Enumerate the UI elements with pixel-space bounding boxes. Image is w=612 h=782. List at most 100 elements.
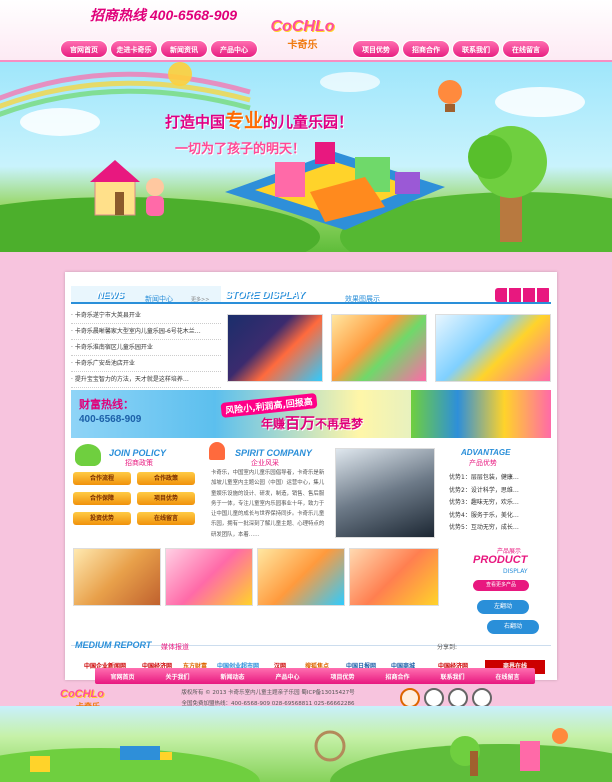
news-list: · 卡奇乐遂宁市大英县开业 · 卡奇乐晨晰馨家大型室内儿童乐园-6号花木兰… ·… <box>71 308 221 388</box>
join-btn-advantage[interactable]: 项目优势 <box>137 492 195 505</box>
nav-news[interactable]: 新闻资讯 <box>160 40 208 58</box>
advantage-item[interactable]: 优势4：服务于乐，美化… <box>449 510 529 523</box>
hotline-number: 400-6568-909 <box>149 7 238 23</box>
join-btn-process[interactable]: 合作流程 <box>73 472 131 485</box>
media-subtitle: 媒体报道 <box>161 643 189 651</box>
store-subtitle: 效果图展示 <box>345 295 380 303</box>
playground-illustration <box>225 142 445 230</box>
hotline-label: 招商热线 <box>90 7 146 23</box>
train-icon <box>495 288 551 302</box>
header-hotline: 招商热线 400-6568-909 <box>90 5 237 25</box>
octopus-icon <box>75 444 101 466</box>
store-thumb[interactable] <box>331 314 427 382</box>
advantage-title: ADVANTAGE <box>461 448 511 457</box>
news-item-text: 卡奇乐遂宁市大英县开业 <box>74 312 141 319</box>
logo-text-en: CoCHLo <box>270 18 335 35</box>
spirit-subtitle: 企业风采 <box>251 459 279 467</box>
footer-nav-item[interactable]: 在线留言 <box>495 672 519 681</box>
join-subtitle: 招商政策 <box>125 459 153 467</box>
hotbar-label: 财富热线： <box>79 398 134 411</box>
carousel-icon <box>209 442 225 460</box>
advantage-item[interactable]: 优势5：互动无穷，成长… <box>449 522 529 535</box>
main-nav-left: 官网首页 走进卡奇乐 新闻资讯 产品中心 <box>60 40 260 58</box>
nav-advantage[interactable]: 项目优势 <box>352 40 400 58</box>
product-more-button[interactable]: 查看更多产品 <box>473 580 529 591</box>
hotbar-number: 400-6568-909 <box>79 414 142 425</box>
scroll-left-button[interactable]: 左翻动 <box>477 600 529 614</box>
join-btn-guarantee[interactable]: 合作保障 <box>73 492 131 505</box>
nav-home[interactable]: 官网首页 <box>60 40 108 58</box>
hotbar-slogan-c: 不再是梦 <box>315 417 364 431</box>
join-btn-message[interactable]: 在线留言 <box>137 512 195 525</box>
advantage-item[interactable]: 优势1：层层包装，健康… <box>449 472 529 485</box>
footer-scenery <box>0 706 612 782</box>
copyright-line: 版权所有 © 2013 卡奇乐室内儿童主题亲子乐园 蜀ICP备13015427号 <box>181 690 355 696</box>
footer-nav: 官网首页 关于我们 新闻动态 产品中心 项目优势 招商合作 联系我们 在线留言 <box>95 668 535 684</box>
product-photo[interactable] <box>257 548 345 606</box>
hotbar-slogan-b: 百万 <box>285 414 316 432</box>
banner-slogan-main: 打造中国专业的儿童乐园！ <box>165 106 353 133</box>
product-title-en: PRODUCT <box>473 554 528 566</box>
join-btn-invest[interactable]: 投资优势 <box>73 512 131 525</box>
nav-products[interactable]: 产品中心 <box>210 40 258 58</box>
advantage-item[interactable]: 优势2：设计科学，思维… <box>449 485 529 498</box>
slogan-part-b: 专业 <box>225 110 264 132</box>
hotline-banner[interactable]: 财富热线： 400-6568-909 风险小,利润高,回报高 年赚百万不再是梦 <box>71 390 551 438</box>
news-item[interactable]: · 卡奇乐遂宁市大英县开业 <box>71 308 221 324</box>
footer-nav-item[interactable]: 联系我们 <box>440 672 464 681</box>
news-item-text: 卡奇乐广安岳池店开业 <box>74 360 135 367</box>
spirit-title: SPIRIT COMPANY <box>235 448 312 458</box>
product-title-en2: DISPLAY <box>503 568 528 575</box>
news-item-text: 卡奇乐晨晰馨家大型室内儿童乐园-6号花木兰… <box>74 328 201 335</box>
quality-seal-icon <box>472 688 492 708</box>
site-header: 招商热线 400-6568-909 CoCHLo 卡奇乐 官网首页 走进卡奇乐 新… <box>0 0 612 62</box>
footer-nav-item[interactable]: 产品中心 <box>275 672 299 681</box>
logo-text-cn: 卡奇乐 <box>287 40 318 51</box>
join-title: JOIN POLICY <box>109 448 167 458</box>
product-photo[interactable] <box>165 548 253 606</box>
main-content: NEWS 新闻中心 更多>> · 卡奇乐遂宁市大英县开业 · 卡奇乐晨晰馨家大型… <box>65 272 557 680</box>
product-show-panel: 产品展示 PRODUCT DISPLAY 查看更多产品 左翻动 右翻动 <box>465 546 553 636</box>
nav-contact[interactable]: 联系我们 <box>452 40 500 58</box>
news-subtitle: 新闻中心 <box>145 295 173 303</box>
trust-seal-icon <box>400 688 420 708</box>
news-item[interactable]: · 卡奇乐晨晰馨家大型室内儿童乐园-6号花木兰… <box>71 324 221 340</box>
advantage-subtitle: 产品优势 <box>469 459 497 467</box>
footer-nav-item[interactable]: 关于我们 <box>165 672 189 681</box>
site-logo[interactable]: CoCHLo 卡奇乐 <box>250 18 355 56</box>
footer-nav-item[interactable]: 招商合作 <box>385 672 409 681</box>
hotbar-photo <box>411 390 551 438</box>
spirit-text: 卡奇乐，中国室内儿童乐园倡导者，卡奇乐是新加坡儿童室内主题公园（中国）运营中心，… <box>211 470 325 538</box>
media-title: MEDIUM REPORT <box>75 640 152 650</box>
nav-message[interactable]: 在线留言 <box>502 40 550 58</box>
footer-nav-item[interactable]: 项目优势 <box>330 672 354 681</box>
share-label[interactable]: 分享到: <box>437 642 457 651</box>
hotbar-slogan-a: 年赚 <box>261 417 286 431</box>
ce-seal-icon <box>448 688 468 708</box>
nav-about[interactable]: 走进卡奇乐 <box>110 40 158 58</box>
scenery-art <box>0 728 612 782</box>
news-more-link[interactable]: 更多>> <box>191 296 209 303</box>
join-btn-policy[interactable]: 合作政策 <box>137 472 195 485</box>
news-item[interactable]: · 提升宝宝智力的方法，天才就是这样培养… <box>71 372 221 388</box>
slogan-part-a: 打造中国 <box>165 113 226 131</box>
news-item[interactable]: · 卡奇乐淮南宿区儿童乐园开业 <box>71 340 221 356</box>
footer-nav-item[interactable]: 官网首页 <box>110 672 134 681</box>
ccc-seal-icon <box>424 688 444 708</box>
footer-nav-item[interactable]: 新闻动态 <box>220 672 244 681</box>
main-nav-right: 项目优势 招商合作 联系我们 在线留言 <box>352 40 552 58</box>
advantage-list: 优势1：层层包装，健康… 优势2：设计科学，思维… 优势3：趣味无穷，欢乐… 优… <box>449 472 529 535</box>
eagle-photo <box>335 448 435 538</box>
store-title: STORE DISPLAY <box>225 290 305 301</box>
news-item-text: 卡奇乐淮南宿区儿童乐园开业 <box>74 344 153 351</box>
product-photo[interactable] <box>349 548 439 606</box>
product-photo[interactable] <box>73 548 161 606</box>
slogan-part-c: 的儿童乐园！ <box>263 113 354 131</box>
news-item[interactable]: · 卡奇乐广安岳池店开业 <box>71 356 221 372</box>
store-thumb[interactable] <box>227 314 323 382</box>
store-thumb[interactable] <box>435 314 551 382</box>
nav-franchise[interactable]: 招商合作 <box>402 40 450 58</box>
advantage-item[interactable]: 优势3：趣味无穷，欢乐… <box>449 497 529 510</box>
scroll-right-button[interactable]: 右翻动 <box>487 620 539 634</box>
hotbar-slogan: 年赚百万不再是梦 <box>261 412 363 433</box>
